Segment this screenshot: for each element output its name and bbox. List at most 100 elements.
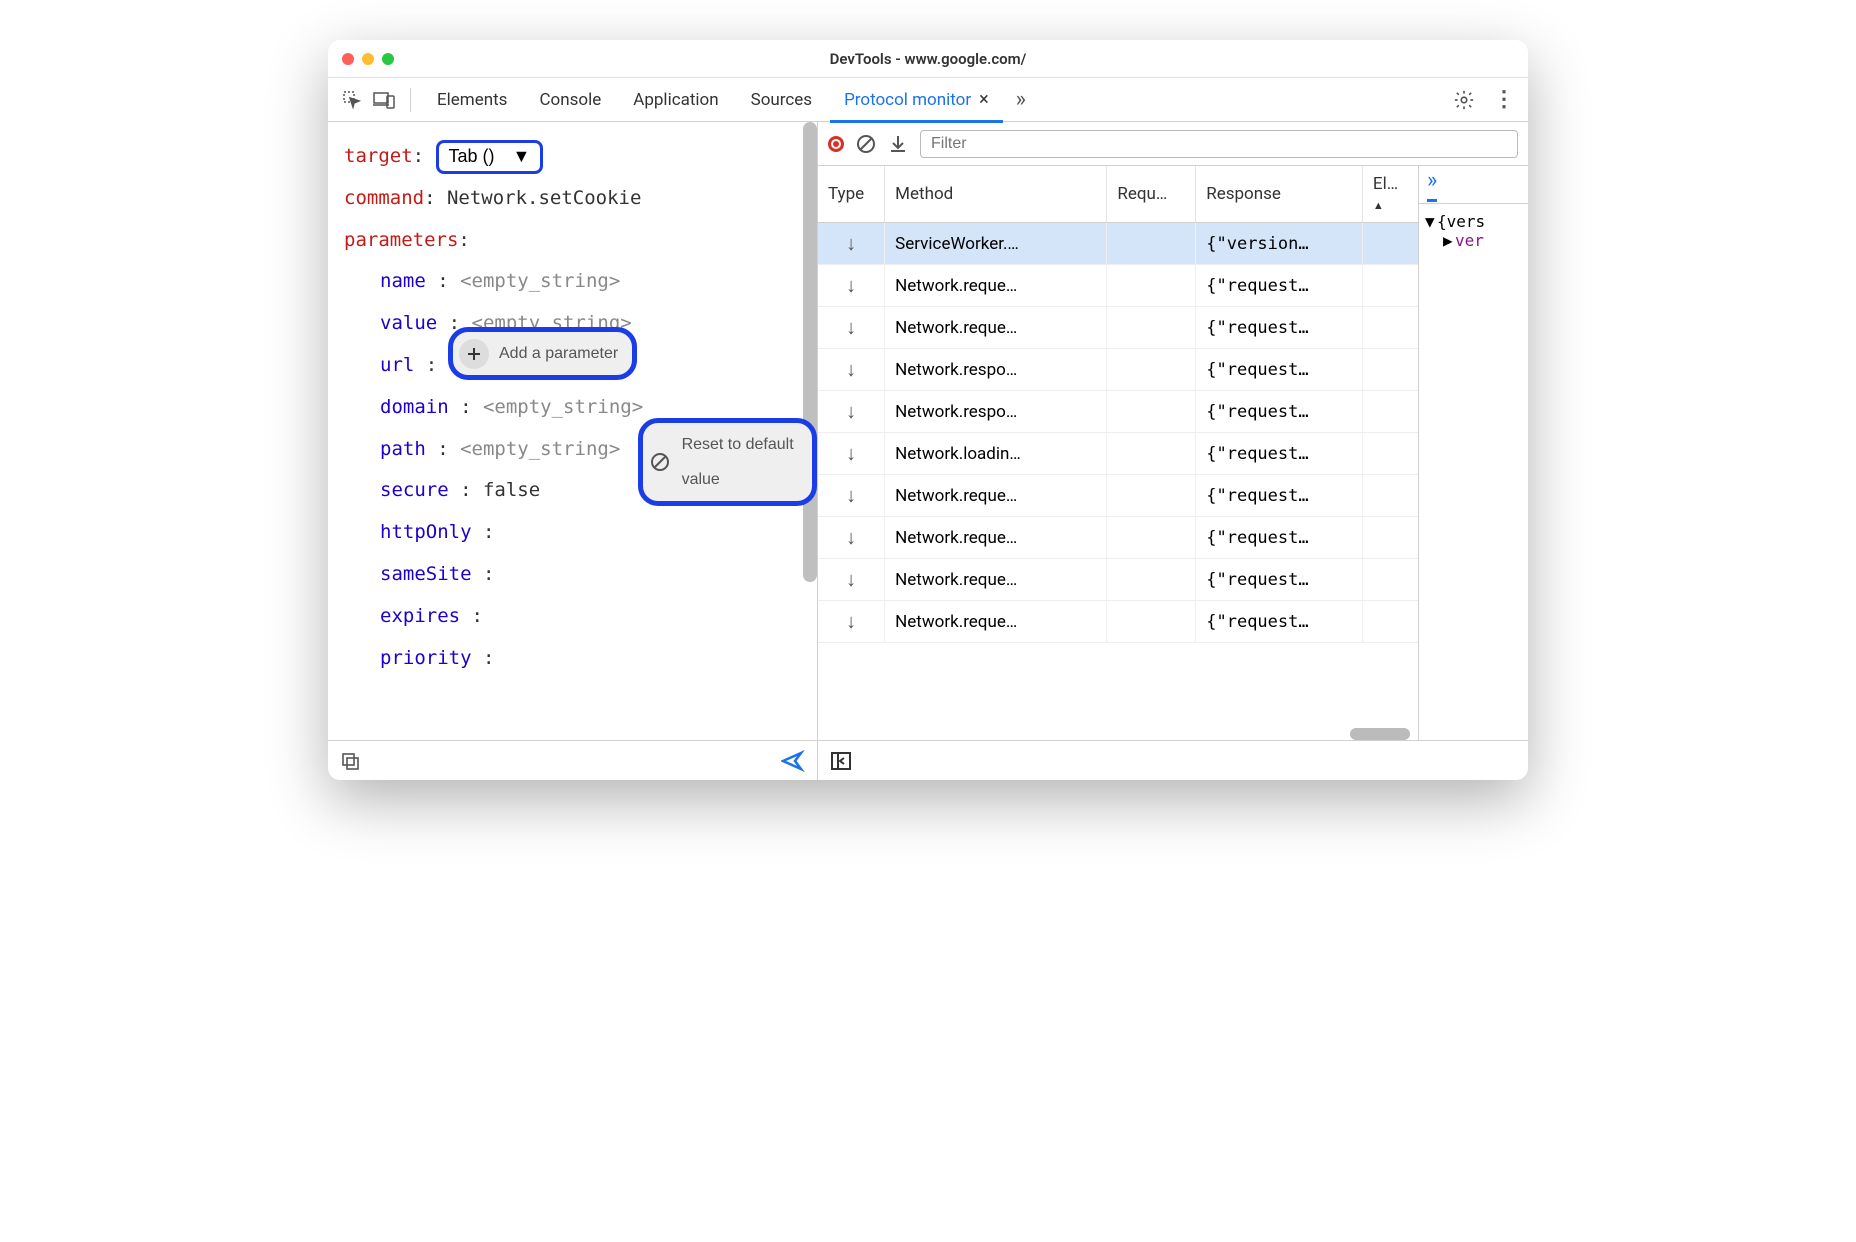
protocol-body: Type Method Requ… Response El…▲ ↓Service… bbox=[818, 166, 1528, 740]
table-row[interactable]: ↓Network.reque…{"request… bbox=[818, 265, 1418, 307]
close-window-button[interactable] bbox=[342, 53, 354, 65]
cell-response: {"request… bbox=[1196, 433, 1363, 475]
cell-elapsed bbox=[1362, 517, 1418, 559]
gear-icon[interactable] bbox=[1450, 86, 1478, 114]
clear-icon[interactable] bbox=[856, 134, 876, 154]
table-row[interactable]: ↓Network.loadin…{"request… bbox=[818, 433, 1418, 475]
table-row[interactable]: ↓Network.respo…{"request… bbox=[818, 349, 1418, 391]
reset-default-button[interactable]: Reset to default value bbox=[638, 418, 817, 506]
cell-response: {"request… bbox=[1196, 517, 1363, 559]
tab-elements[interactable]: Elements bbox=[423, 78, 521, 122]
table-row[interactable]: ↓Network.respo…{"request… bbox=[818, 391, 1418, 433]
editor-scrollbar[interactable] bbox=[803, 122, 817, 582]
protocol-panel: Type Method Requ… Response El…▲ ↓Service… bbox=[818, 122, 1528, 780]
toolbar-divider bbox=[410, 88, 411, 112]
cell-response: {"request… bbox=[1196, 601, 1363, 643]
param-samesite[interactable]: sameSite bbox=[380, 563, 472, 585]
window-title: DevTools - www.google.com/ bbox=[830, 50, 1027, 68]
table-row[interactable]: ↓Network.reque…{"request… bbox=[818, 517, 1418, 559]
protocol-footer bbox=[818, 740, 1528, 780]
tab-application[interactable]: Application bbox=[619, 78, 732, 122]
cell-elapsed bbox=[1362, 475, 1418, 517]
command-editor: target: Tab () ▼ command: Network.setCoo… bbox=[328, 122, 817, 740]
cell-request bbox=[1107, 433, 1196, 475]
cell-request bbox=[1107, 349, 1196, 391]
param-name[interactable]: name bbox=[380, 270, 426, 292]
tab-protocol-monitor[interactable]: Protocol monitor × bbox=[830, 78, 1003, 122]
param-value[interactable]: value bbox=[380, 312, 437, 334]
download-icon[interactable] bbox=[888, 134, 908, 154]
parameters-label: parameters bbox=[344, 229, 458, 251]
cell-response: {"request… bbox=[1196, 265, 1363, 307]
cell-elapsed bbox=[1362, 391, 1418, 433]
cell-elapsed bbox=[1362, 349, 1418, 391]
maximize-window-button[interactable] bbox=[382, 53, 394, 65]
cell-method: Network.reque… bbox=[885, 475, 1107, 517]
close-tab-icon[interactable]: × bbox=[979, 89, 989, 110]
table-row[interactable]: ↓ Network.reque… {"request… bbox=[818, 601, 1418, 643]
table-row[interactable]: ↓Network.reque…{"request… bbox=[818, 559, 1418, 601]
chevron-down-icon: ▼ bbox=[513, 137, 531, 177]
kebab-menu-icon[interactable]: ⋮ bbox=[1490, 86, 1518, 114]
param-secure[interactable]: secure bbox=[380, 479, 449, 501]
col-method[interactable]: Method bbox=[885, 166, 1107, 223]
param-path[interactable]: path bbox=[380, 438, 426, 460]
cell-response: {"request… bbox=[1196, 475, 1363, 517]
titlebar: DevTools - www.google.com/ bbox=[328, 40, 1528, 78]
col-request[interactable]: Requ… bbox=[1107, 166, 1196, 223]
arrow-down-icon: ↓ bbox=[842, 609, 860, 634]
tree-more-icon[interactable]: » bbox=[1427, 168, 1437, 202]
cell-response: {"version… bbox=[1196, 223, 1363, 265]
cell-request bbox=[1107, 391, 1196, 433]
more-tabs-icon[interactable]: » bbox=[1007, 86, 1035, 114]
col-response[interactable]: Response bbox=[1196, 166, 1363, 223]
arrow-down-icon: ↓ bbox=[842, 483, 860, 508]
copy-icon[interactable] bbox=[340, 751, 360, 771]
cell-request bbox=[1107, 559, 1196, 601]
editor-footer bbox=[328, 740, 817, 780]
cell-elapsed bbox=[1362, 307, 1418, 349]
minimize-window-button[interactable] bbox=[362, 53, 374, 65]
response-tree[interactable]: ▼{vers ▶ver bbox=[1419, 204, 1528, 258]
param-domain[interactable]: domain bbox=[380, 396, 449, 418]
command-editor-panel: target: Tab () ▼ command: Network.setCoo… bbox=[328, 122, 818, 780]
param-url[interactable]: url bbox=[380, 354, 414, 376]
device-toggle-icon[interactable] bbox=[370, 86, 398, 114]
protocol-toolbar bbox=[818, 122, 1528, 166]
cell-request bbox=[1107, 475, 1196, 517]
tab-console[interactable]: Console bbox=[525, 78, 615, 122]
target-select[interactable]: Tab () ▼ bbox=[436, 140, 544, 174]
arrow-down-icon: ↓ bbox=[842, 441, 860, 466]
cell-method: Network.reque… bbox=[885, 601, 1107, 643]
arrow-down-icon: ↓ bbox=[842, 399, 860, 424]
command-value[interactable]: Network.setCookie bbox=[447, 187, 641, 209]
table-hscroll[interactable] bbox=[818, 728, 1410, 740]
record-button[interactable] bbox=[828, 136, 844, 152]
main-toolbar: Elements Console Application Sources Pro… bbox=[328, 78, 1528, 122]
table-row[interactable]: ↓ServiceWorker.…{"version… bbox=[818, 223, 1418, 265]
reset-icon bbox=[649, 447, 672, 477]
cell-method: Network.reque… bbox=[885, 265, 1107, 307]
cell-request bbox=[1107, 265, 1196, 307]
cell-request bbox=[1107, 601, 1196, 643]
param-httponly[interactable]: httpOnly bbox=[380, 521, 472, 543]
param-expires[interactable]: expires bbox=[380, 605, 460, 627]
cell-elapsed bbox=[1362, 223, 1418, 265]
arrow-down-icon: ↓ bbox=[842, 525, 860, 550]
col-type[interactable]: Type bbox=[818, 166, 885, 223]
send-button[interactable] bbox=[781, 750, 805, 772]
tab-sources[interactable]: Sources bbox=[737, 78, 826, 122]
filter-input[interactable] bbox=[920, 130, 1518, 158]
toggle-drawer-icon[interactable] bbox=[830, 751, 852, 771]
cell-elapsed bbox=[1362, 265, 1418, 307]
param-priority[interactable]: priority bbox=[380, 647, 472, 669]
table-row[interactable]: ↓ Network.reque… {"request… bbox=[818, 475, 1418, 517]
add-parameter-button[interactable]: Add a parameter bbox=[448, 327, 637, 380]
cell-elapsed bbox=[1362, 559, 1418, 601]
cell-request bbox=[1107, 307, 1196, 349]
col-elapsed[interactable]: El…▲ bbox=[1362, 166, 1418, 223]
protocol-table-wrap[interactable]: Type Method Requ… Response El…▲ ↓Service… bbox=[818, 166, 1418, 740]
inspect-icon[interactable] bbox=[338, 86, 366, 114]
table-row[interactable]: ↓Network.reque…{"request… bbox=[818, 307, 1418, 349]
response-tree-pane: » ▼{vers ▶ver bbox=[1418, 166, 1528, 740]
